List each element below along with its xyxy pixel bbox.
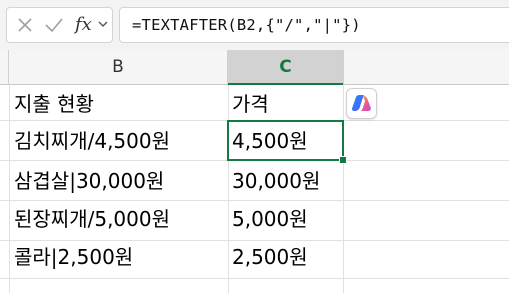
gridline — [9, 85, 10, 293]
column-header-b[interactable]: B — [9, 50, 228, 85]
column-header-a[interactable] — [0, 50, 9, 85]
gridline — [228, 85, 229, 293]
formula-text: =TEXTAFTER(B2,{"/","|"}) — [132, 16, 361, 34]
selected-cell-border — [227, 120, 344, 161]
cell-b5[interactable]: 콜라|2,500원 — [14, 237, 133, 277]
cell-c5[interactable]: 2,500원 — [232, 237, 308, 277]
gridline — [343, 85, 344, 293]
column-header-c[interactable]: C — [228, 50, 343, 85]
formula-bar: fx =TEXTAFTER(B2,{"/","|"}) — [0, 0, 509, 50]
column-header-d[interactable] — [343, 50, 509, 85]
copilot-button[interactable] — [346, 88, 377, 119]
cell-b3[interactable]: 삼겹살|30,000원 — [14, 161, 164, 201]
cell-b4[interactable]: 된장찌개/5,000원 — [14, 199, 170, 239]
insert-function-button[interactable]: fx — [75, 15, 92, 35]
cell-b1[interactable]: 지출 현황 — [14, 84, 94, 124]
checkmark-icon[interactable] — [44, 15, 64, 35]
cell-c3[interactable]: 30,000원 — [232, 161, 320, 201]
cell-b2[interactable]: 김치찌개/4,500원 — [14, 121, 170, 161]
gridline — [0, 278, 509, 279]
formula-controls: fx — [6, 7, 113, 43]
chevron-down-icon[interactable] — [98, 15, 108, 35]
cell-c1[interactable]: 가격 — [232, 84, 269, 124]
close-icon[interactable] — [16, 15, 34, 35]
copilot-icon — [352, 95, 371, 111]
fill-handle[interactable] — [339, 156, 347, 164]
cell-c4[interactable]: 5,000원 — [232, 199, 308, 239]
formula-input[interactable]: =TEXTAFTER(B2,{"/","|"}) — [119, 7, 509, 43]
